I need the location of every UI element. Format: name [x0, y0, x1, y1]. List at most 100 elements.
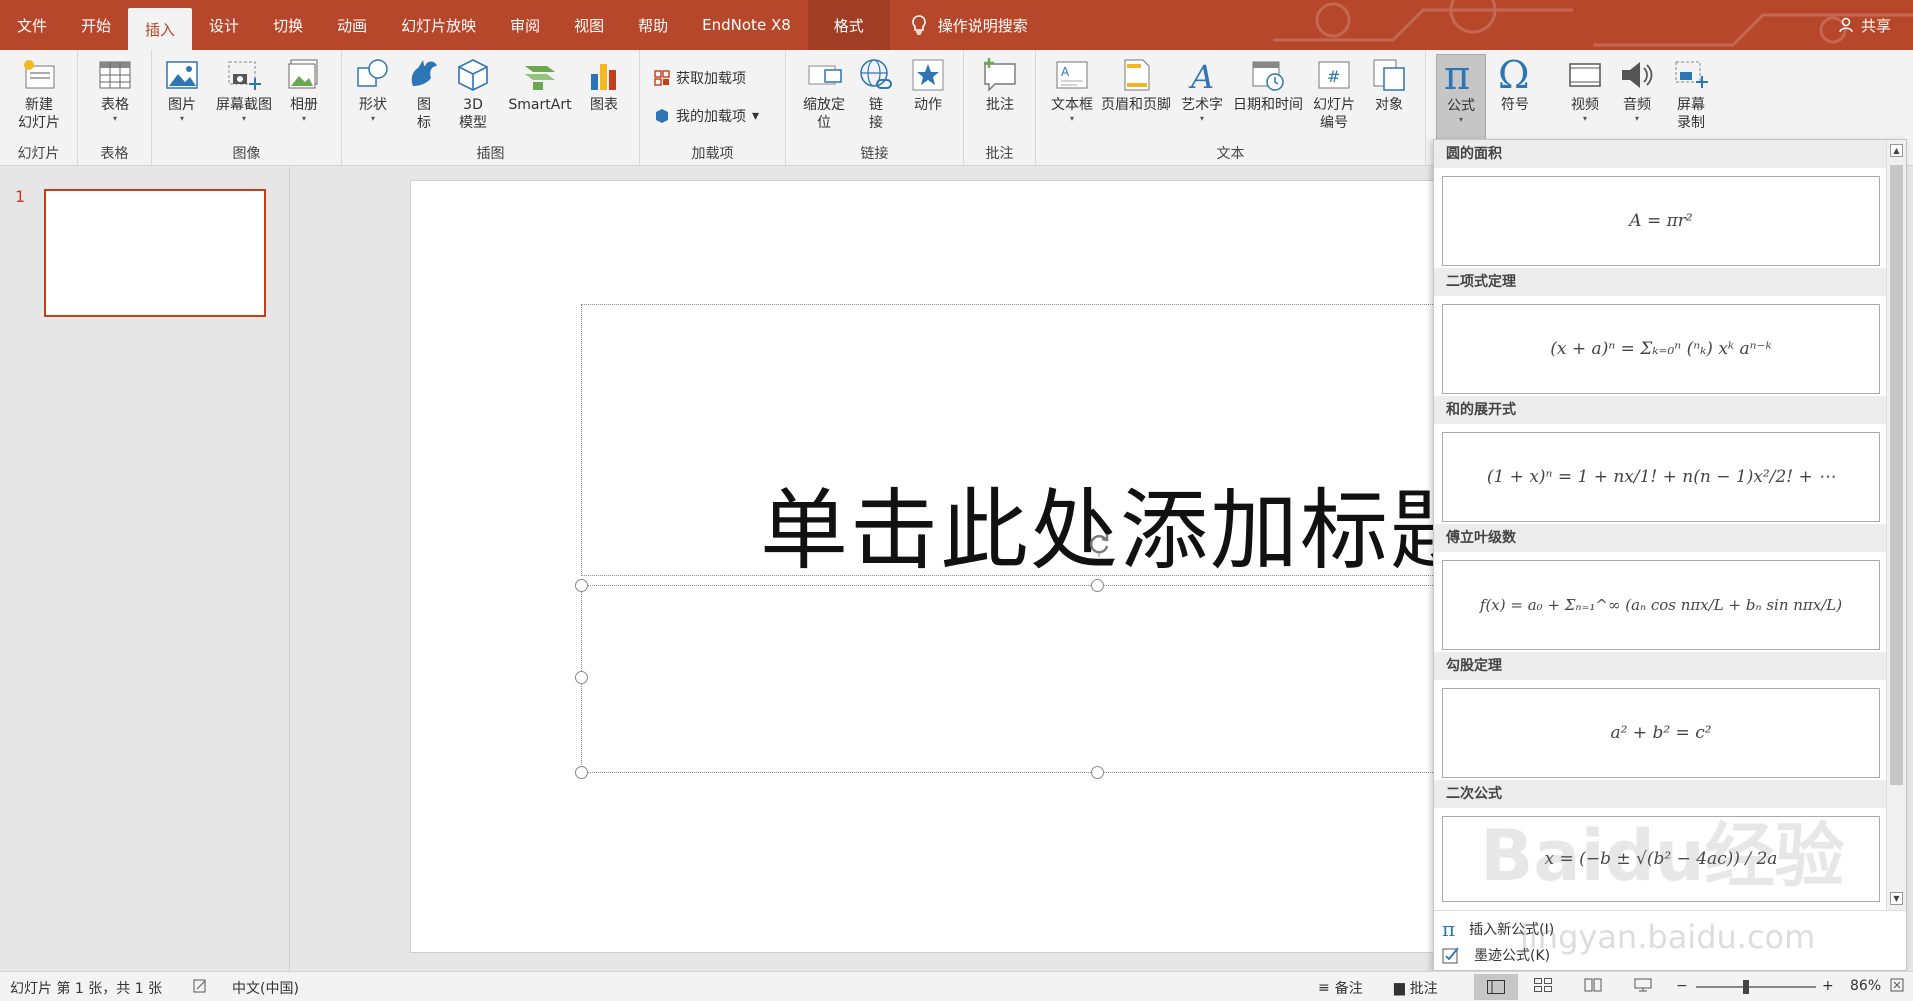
object-icon — [1373, 59, 1405, 91]
zoom-level[interactable]: 86% — [1850, 978, 1881, 994]
wordart-icon: A — [1188, 58, 1214, 94]
tab-insert[interactable]: 插入 — [128, 8, 193, 50]
datetime-button[interactable]: 日期和时间 — [1230, 56, 1306, 114]
slide-sorter-button[interactable] — [1534, 978, 1552, 992]
pictures-button[interactable]: 图片 ▾ — [162, 56, 202, 124]
tab-animations[interactable]: 动画 — [320, 0, 384, 50]
language-status[interactable]: 中文(中国) — [232, 978, 299, 998]
scroll-up-icon[interactable]: ▲ — [1890, 144, 1903, 157]
table-button[interactable]: 表格 ▾ — [94, 56, 136, 124]
circuit-decoration-icon — [1273, 0, 1913, 47]
comment-button[interactable]: 批注 — [978, 56, 1022, 114]
notes-icon: ≡ — [1318, 980, 1330, 996]
fit-to-window-button[interactable] — [1890, 978, 1904, 992]
header-footer-label: 页眉和页脚 — [1101, 97, 1171, 113]
header-footer-button[interactable]: 页眉和页脚 — [1098, 56, 1174, 114]
comments-status-button[interactable]: ▆ 批注 — [1394, 978, 1438, 998]
new-slide-button[interactable]: 新建 幻灯片 — [8, 56, 70, 132]
scroll-thumb[interactable] — [1890, 165, 1903, 785]
title-placeholder-text[interactable]: 单击此处添加标题 — [760, 460, 1480, 587]
screen-recording-button[interactable]: 屏幕 录制 — [1666, 56, 1716, 132]
link-button[interactable]: 链 接 — [856, 56, 896, 132]
my-addins-button[interactable]: 我的加载项 ▾ — [654, 106, 759, 126]
group-label-tables: 表格 — [100, 146, 129, 162]
reading-view-button[interactable] — [1584, 978, 1602, 992]
baidu-watermark-logo: Baidu经验 — [1480, 815, 1845, 897]
ink-equation-icon — [1442, 947, 1459, 964]
tab-format[interactable]: 格式 — [807, 0, 890, 50]
subtitle-placeholder[interactable] — [581, 585, 1441, 773]
share-button[interactable]: 共享 — [1839, 0, 1891, 50]
audio-button[interactable]: 音频 ▾ — [1614, 56, 1660, 124]
equation-circle-area[interactable]: A = πr² — [1442, 176, 1880, 266]
album-dropdown-icon: ▾ — [301, 114, 306, 123]
smartart-button[interactable]: SmartArt — [504, 56, 576, 114]
zoom-button[interactable]: 缩放定 位 — [798, 56, 850, 132]
resize-handle[interactable] — [1091, 766, 1104, 779]
object-button[interactable]: 对象 — [1366, 56, 1412, 114]
resize-handle[interactable] — [575, 579, 588, 592]
pi-icon: π — [1444, 57, 1470, 95]
textbox-button[interactable]: A 文本框 ▾ — [1048, 56, 1096, 124]
equation-pythagorean[interactable]: a² + b² = c² — [1442, 688, 1880, 778]
photo-album-button[interactable]: 相册 ▾ — [282, 56, 326, 124]
icons-button[interactable]: 图 标 — [408, 56, 440, 132]
video-button[interactable]: 视频 ▾ — [1562, 56, 1608, 124]
my-addins-label: 我的加载项 — [676, 109, 746, 125]
wordart-button[interactable]: A 艺术字 ▾ — [1178, 56, 1226, 124]
3d-models-button[interactable]: 3D 模型 — [452, 56, 494, 132]
store-icon — [654, 70, 670, 86]
screen-recording-icon — [1675, 61, 1708, 88]
equation-fourier[interactable]: f(x) = a₀ + Σₙ₌₁^∞ (aₙ cos nπx/L + bₙ si… — [1442, 560, 1880, 650]
zoom-out-button[interactable]: − — [1676, 978, 1688, 994]
comment-status-icon: ▆ — [1394, 980, 1405, 996]
slide-number-button[interactable]: # 幻灯片 编号 — [1308, 56, 1360, 132]
group-label-images: 图像 — [232, 146, 261, 162]
slide-number-label-1: 幻灯片 — [1313, 97, 1355, 113]
tab-file[interactable]: 文件 — [0, 0, 64, 50]
tab-endnote[interactable]: EndNote X8 — [685, 0, 808, 50]
tab-transitions[interactable]: 切换 — [256, 0, 320, 50]
tab-help[interactable]: 帮助 — [621, 0, 685, 50]
resize-handle[interactable] — [575, 671, 588, 684]
notes-button[interactable]: ≡ 备注 — [1318, 978, 1363, 998]
group-label-comments: 批注 — [985, 146, 1014, 162]
shapes-button[interactable]: 形状 ▾ — [352, 56, 394, 124]
slide-thumbnail[interactable] — [44, 189, 266, 317]
equation-button[interactable]: π 公式 ▾ — [1436, 54, 1486, 150]
accessibility-status[interactable] — [192, 978, 208, 994]
zoom-slider-track[interactable] — [1696, 986, 1816, 988]
title-tab-bar: 文件 开始 插入 设计 切换 动画 幻灯片放映 审阅 视图 帮助 EndNote… — [0, 0, 1913, 50]
equation-binomial[interactable]: (x + a)ⁿ = Σₖ₌₀ⁿ (ⁿₖ) xᵏ aⁿ⁻ᵏ — [1442, 304, 1880, 394]
equation-expansion[interactable]: (1 + x)ⁿ = 1 + nx/1! + n(n − 1)x²/2! + ⋯ — [1442, 432, 1880, 522]
wordart-dropdown-icon: ▾ — [1199, 114, 1204, 123]
slideshow-button[interactable] — [1634, 978, 1652, 992]
video-dropdown-icon: ▾ — [1582, 114, 1587, 123]
comment-label: 批注 — [986, 97, 1014, 113]
zoom-in-button[interactable]: + — [1822, 978, 1834, 994]
resize-handle[interactable] — [1091, 579, 1104, 592]
symbol-button[interactable]: Ω 符号 — [1492, 56, 1538, 114]
zoom-slider-thumb[interactable] — [1743, 980, 1749, 994]
screenshot-button[interactable]: 屏幕截图 ▾ — [212, 56, 276, 124]
normal-view-button[interactable] — [1474, 974, 1518, 1000]
group-addins: 获取加载项 我的加载项 ▾ 加载项 — [640, 50, 786, 166]
action-button[interactable]: 动作 — [906, 56, 950, 114]
thumbnail-number: 1 — [15, 187, 26, 206]
gallery-scrollbar[interactable]: ▲ ▼ — [1886, 140, 1906, 910]
tab-home[interactable]: 开始 — [64, 0, 128, 50]
rotate-handle-icon[interactable] — [1086, 531, 1112, 557]
tab-slideshow[interactable]: 幻灯片放映 — [384, 0, 493, 50]
icons-label-1: 图 — [417, 97, 431, 113]
scroll-down-icon[interactable]: ▼ — [1890, 892, 1903, 905]
tell-me-search[interactable]: 操作说明搜索 — [890, 0, 1048, 50]
equation-section-heading: 二项式定理 — [1434, 268, 1886, 296]
tab-view[interactable]: 视图 — [557, 0, 621, 50]
get-addins-button[interactable]: 获取加载项 — [654, 68, 746, 88]
textbox-dropdown-icon: ▾ — [1069, 114, 1074, 123]
tab-review[interactable]: 审阅 — [493, 0, 557, 50]
chart-button[interactable]: 图表 — [582, 56, 626, 114]
tab-design[interactable]: 设计 — [192, 0, 256, 50]
resize-handle[interactable] — [575, 766, 588, 779]
cube-icon — [458, 59, 488, 91]
